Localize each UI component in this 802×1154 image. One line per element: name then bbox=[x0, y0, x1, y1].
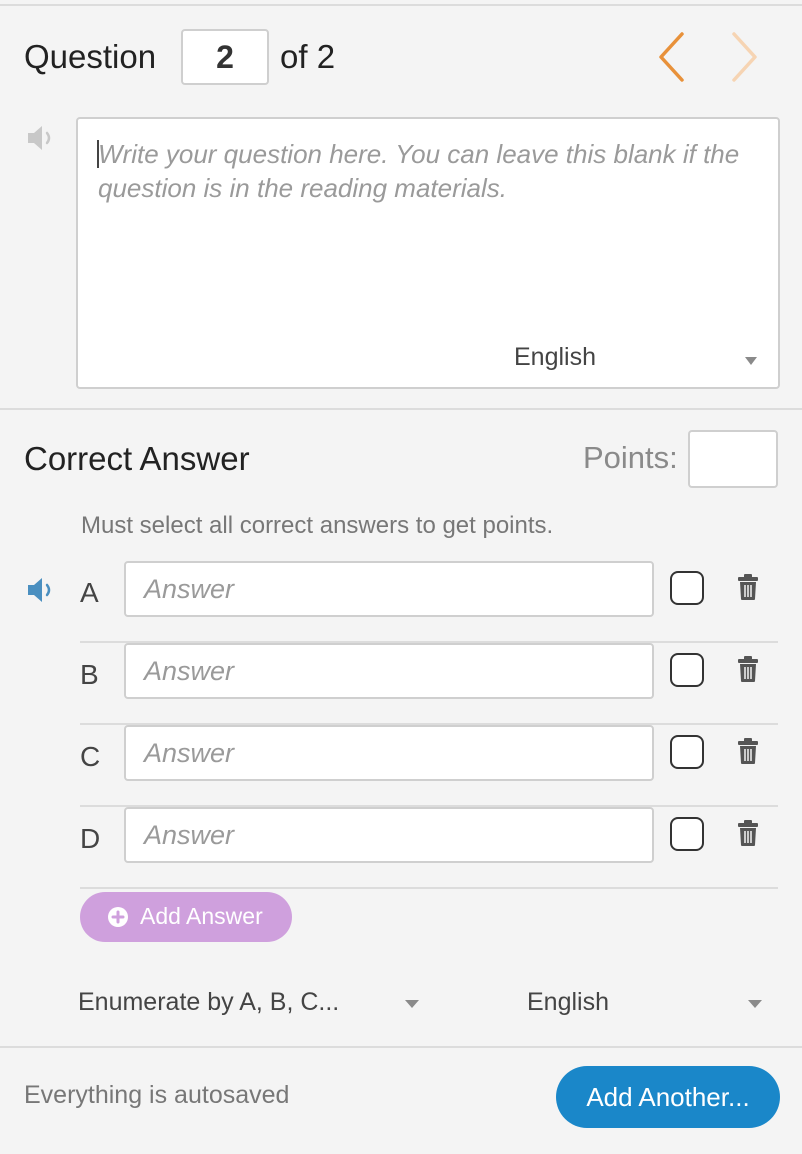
question-total: of 2 bbox=[280, 38, 336, 75]
dropdown-arrow-icon bbox=[748, 1000, 762, 1008]
correct-answer-title: Correct Answer bbox=[24, 440, 250, 477]
answer-row: C Answer bbox=[80, 725, 778, 807]
question-text-area[interactable]: Write your question here. You can leave … bbox=[76, 117, 780, 389]
add-answer-label: Add Answer bbox=[140, 903, 263, 929]
trash-icon bbox=[738, 820, 758, 846]
trash-icon bbox=[738, 656, 758, 682]
correct-checkbox[interactable] bbox=[670, 817, 704, 851]
trash-icon bbox=[738, 574, 758, 600]
delete-answer-button[interactable] bbox=[736, 737, 760, 765]
delete-answer-button[interactable] bbox=[736, 573, 760, 601]
enumerate-select[interactable]: Enumerate by A, B, C... bbox=[78, 988, 339, 1017]
dropdown-arrow-icon bbox=[745, 357, 757, 365]
answer-input[interactable]: Answer bbox=[124, 561, 654, 617]
autosave-status: Everything is autosaved bbox=[24, 1081, 290, 1109]
answer-input[interactable]: Answer bbox=[124, 643, 654, 699]
speaker-icon[interactable] bbox=[24, 123, 56, 153]
instruction-text: Must select all correct answers to get p… bbox=[81, 512, 554, 539]
next-question-button[interactable] bbox=[722, 30, 766, 84]
question-label: Question bbox=[24, 38, 157, 75]
top-divider bbox=[0, 4, 802, 6]
answer-row: D Answer bbox=[80, 807, 778, 889]
question-placeholder: Write your question here. You can leave … bbox=[98, 139, 740, 203]
correct-checkbox[interactable] bbox=[670, 571, 704, 605]
add-another-button[interactable]: Add Another... bbox=[556, 1066, 780, 1128]
question-language-select[interactable]: English bbox=[514, 343, 596, 372]
answer-letter: D bbox=[80, 823, 101, 854]
answer-speaker-icon[interactable] bbox=[24, 575, 56, 605]
correct-checkbox[interactable] bbox=[670, 735, 704, 769]
answer-letter: C bbox=[80, 741, 101, 772]
trash-icon bbox=[738, 738, 758, 764]
chevron-left-icon bbox=[659, 32, 684, 82]
answer-language-select[interactable]: English bbox=[527, 988, 609, 1017]
footer-divider bbox=[0, 1046, 802, 1048]
question-number-input[interactable]: 2 bbox=[181, 29, 269, 85]
delete-answer-button[interactable] bbox=[736, 819, 760, 847]
answer-letter: A bbox=[80, 577, 99, 608]
points-input[interactable] bbox=[688, 430, 778, 488]
plus-circle-icon bbox=[108, 907, 128, 927]
speaker-icon-glyph bbox=[28, 126, 51, 150]
correct-checkbox[interactable] bbox=[670, 653, 704, 687]
prev-question-button[interactable] bbox=[652, 30, 696, 84]
answer-input[interactable]: Answer bbox=[124, 807, 654, 863]
chevron-right-icon bbox=[732, 32, 757, 82]
delete-answer-button[interactable] bbox=[736, 655, 760, 683]
answer-letter: B bbox=[80, 659, 99, 690]
section-divider bbox=[0, 408, 802, 410]
answer-row: B Answer bbox=[80, 643, 778, 725]
answer-input[interactable]: Answer bbox=[124, 725, 654, 781]
points-label: Points: bbox=[583, 440, 678, 475]
speaker-icon-glyph bbox=[28, 578, 51, 602]
dropdown-arrow-icon bbox=[405, 1000, 419, 1008]
add-answer-button[interactable]: Add Answer bbox=[80, 892, 292, 942]
answer-row: A Answer bbox=[80, 561, 778, 643]
